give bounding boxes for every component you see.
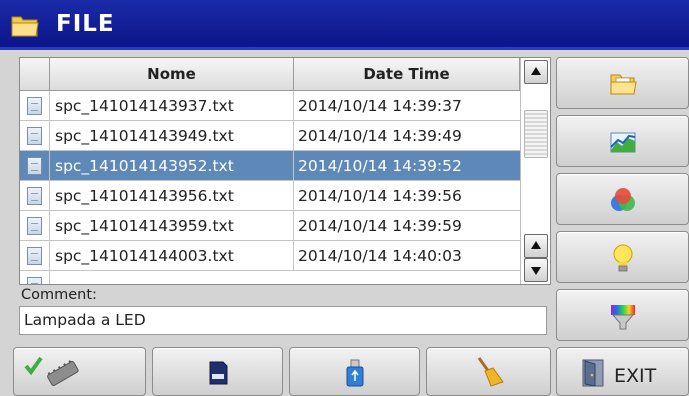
file-name: spc_141014143937.txt — [55, 97, 234, 115]
table-row[interactable]: spc_141014143956.txt 2014/10/14 14:39:56 — [20, 181, 520, 211]
file-table: Nome Date Time spc_141014143937.txt 2014… — [19, 57, 551, 285]
table-row[interactable]: spc_141014143949.txt 2014/10/14 14:39:49 — [20, 121, 520, 151]
file-datetime: 2014/10/14 14:39:59 — [298, 217, 462, 235]
light-source-button[interactable] — [556, 231, 689, 283]
open-folder-button[interactable] — [556, 57, 689, 109]
clear-button[interactable] — [426, 347, 551, 396]
file-datetime: 2014/10/14 14:39:56 — [298, 187, 462, 205]
scroll-up-button[interactable] — [524, 60, 548, 84]
file-name: spc_141014143956.txt — [55, 187, 234, 205]
usb-drive-icon — [344, 358, 366, 392]
page-up-button[interactable] — [524, 234, 548, 258]
header-icon-column — [20, 58, 50, 91]
spectrum-filter-button[interactable] — [556, 289, 689, 341]
usb-drive-button[interactable] — [289, 347, 420, 396]
column-header-datetime[interactable]: Date Time — [294, 58, 520, 91]
folder-icon — [608, 70, 638, 102]
table-row[interactable]: spc_141014143959.txt 2014/10/14 14:39:59 — [20, 211, 520, 241]
spectrum-filter-icon — [608, 301, 638, 335]
comment-label: Comment: — [21, 287, 97, 303]
chart-button[interactable] — [556, 115, 689, 167]
text-file-icon — [27, 157, 42, 175]
exit-label: EXIT — [614, 365, 657, 387]
sd-card-button[interactable] — [152, 347, 283, 396]
text-file-icon — [27, 277, 42, 284]
table-header: Nome Date Time — [20, 58, 550, 91]
table-row[interactable]: spc_141014144003.txt 2014/10/14 14:40:03 — [20, 241, 520, 271]
arrow-up-icon — [531, 67, 541, 75]
sd-card-icon — [207, 360, 229, 390]
table-row-partial[interactable] — [20, 271, 520, 284]
table-row[interactable]: spc_141014143937.txt 2014/10/14 14:39:37 — [20, 91, 520, 121]
exit-door-icon — [580, 358, 606, 392]
file-datetime: 2014/10/14 14:39:49 — [298, 127, 462, 145]
text-file-icon — [27, 97, 42, 115]
comment-field[interactable]: Lampada a LED — [19, 306, 547, 335]
title-bar: FILE — [0, 0, 689, 50]
vertical-scrollbar[interactable] — [520, 58, 550, 284]
light-bulb-icon — [610, 242, 636, 278]
file-datetime: 2014/10/14 14:39:52 — [298, 157, 462, 175]
arrow-up-icon — [531, 241, 541, 249]
text-file-icon — [27, 247, 42, 265]
file-datetime: 2014/10/14 14:40:03 — [298, 247, 462, 265]
file-name: spc_141014144003.txt — [55, 247, 234, 265]
column-header-name[interactable]: Nome — [50, 58, 294, 91]
chart-icon — [608, 128, 638, 160]
file-name: spc_141014143952.txt — [55, 157, 234, 175]
confirm-device-button[interactable] — [13, 347, 146, 396]
text-file-icon — [27, 127, 42, 145]
folder-icon — [10, 12, 40, 42]
checkmark-chip-icon — [24, 354, 84, 392]
text-file-icon — [27, 217, 42, 235]
color-analysis-button[interactable] — [556, 173, 689, 225]
window-title: FILE — [56, 11, 115, 37]
exit-button[interactable]: EXIT — [556, 347, 689, 396]
broom-icon — [473, 356, 507, 392]
file-name: spc_141014143959.txt — [55, 217, 234, 235]
scroll-thumb[interactable] — [524, 110, 548, 158]
arrow-down-icon — [531, 267, 541, 275]
scroll-down-button[interactable] — [524, 258, 548, 282]
color-circles-icon — [608, 185, 638, 219]
file-datetime: 2014/10/14 14:39:37 — [298, 97, 462, 115]
text-file-icon — [27, 187, 42, 205]
file-name: spc_141014143949.txt — [55, 127, 234, 145]
table-row-selected[interactable]: spc_141014143952.txt 2014/10/14 14:39:52 — [20, 151, 520, 181]
